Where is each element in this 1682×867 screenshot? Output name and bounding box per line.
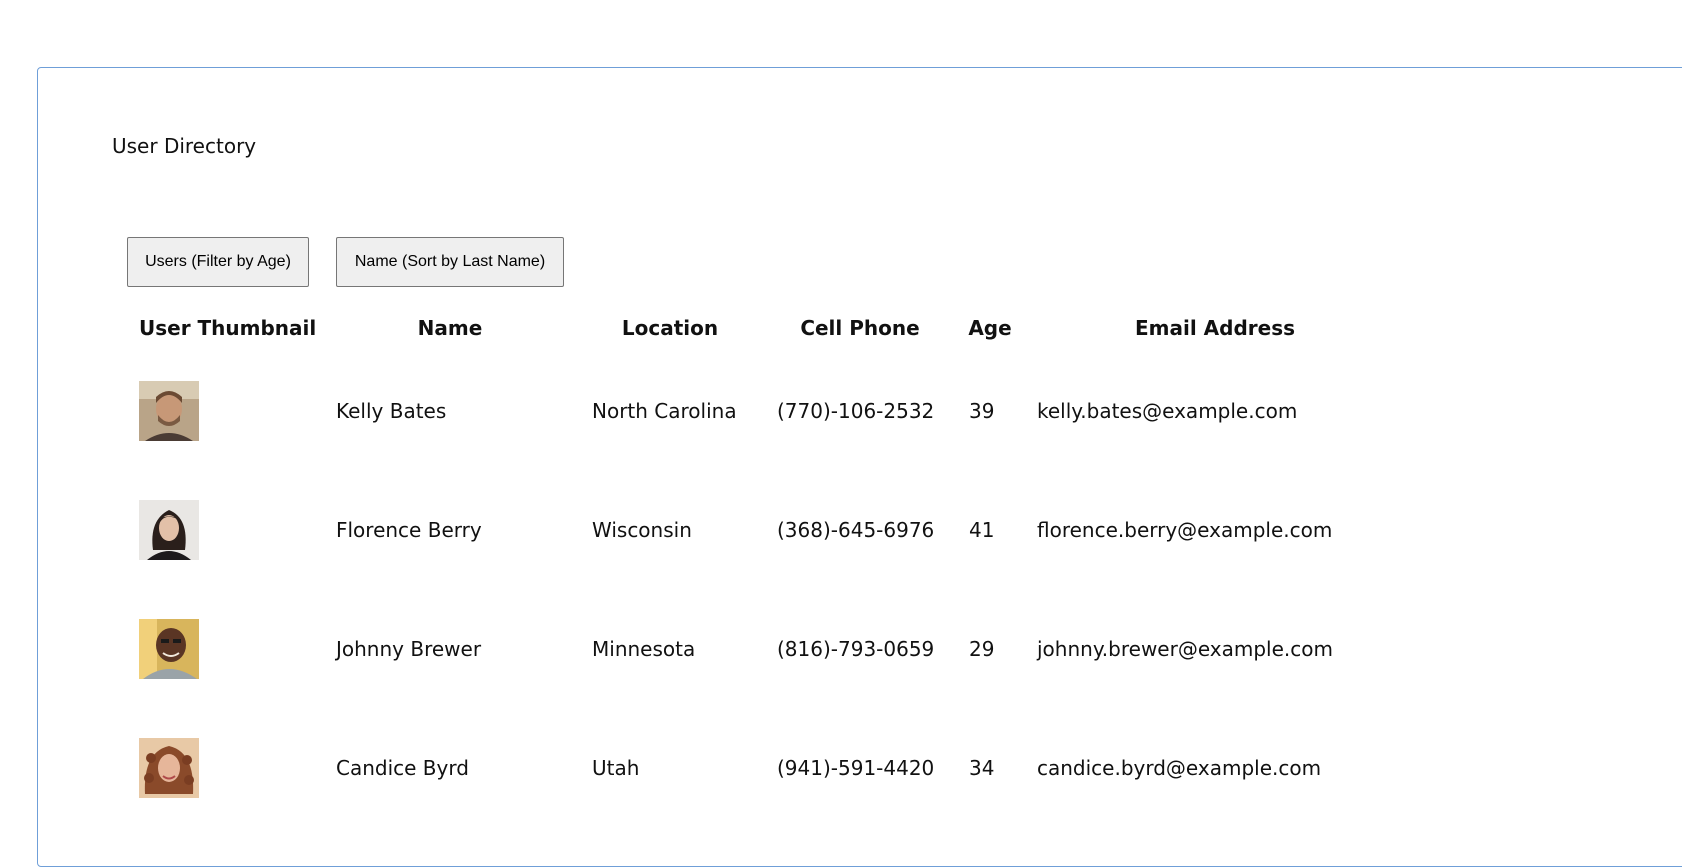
table-row: Johnny Brewer Minnesota (816)-793-0659 2… bbox=[0, 619, 1682, 679]
page-title: User Directory bbox=[112, 134, 257, 158]
user-phone: (770)-106-2532 bbox=[777, 399, 935, 423]
user-name: Florence Berry bbox=[336, 518, 482, 542]
sort-by-last-name-button[interactable]: Name (Sort by Last Name) bbox=[336, 237, 564, 287]
user-avatar bbox=[139, 619, 199, 679]
filter-by-age-button[interactable]: Users (Filter by Age) bbox=[127, 237, 309, 287]
user-avatar bbox=[139, 381, 199, 441]
user-name: Candice Byrd bbox=[336, 756, 469, 780]
user-phone: (941)-591-4420 bbox=[777, 756, 935, 780]
column-header-name: Name bbox=[417, 316, 483, 340]
user-email: florence.berry@example.com bbox=[1037, 518, 1333, 542]
column-header-email: Email Address bbox=[1134, 316, 1296, 340]
user-location: Wisconsin bbox=[592, 518, 692, 542]
column-header-age: Age bbox=[968, 316, 1012, 340]
user-age: 29 bbox=[969, 637, 995, 661]
user-age: 39 bbox=[969, 399, 995, 423]
column-header-location: Location bbox=[621, 316, 719, 340]
user-avatar bbox=[139, 500, 199, 560]
user-email: johnny.brewer@example.com bbox=[1037, 637, 1333, 661]
user-age: 34 bbox=[969, 756, 995, 780]
user-name: Johnny Brewer bbox=[336, 637, 482, 661]
user-location: Utah bbox=[592, 756, 640, 780]
user-name: Kelly Bates bbox=[336, 399, 447, 423]
user-location: North Carolina bbox=[592, 399, 737, 423]
column-header-cell-phone: Cell Phone bbox=[800, 316, 920, 340]
user-location: Minnesota bbox=[592, 637, 696, 661]
column-header-thumbnail: User Thumbnail bbox=[139, 316, 317, 340]
user-email: kelly.bates@example.com bbox=[1037, 399, 1298, 423]
table-row: Florence Berry Wisconsin (368)-645-6976 … bbox=[0, 500, 1682, 560]
table-row: Candice Byrd Utah (941)-591-4420 34 cand… bbox=[0, 738, 1682, 798]
user-phone: (816)-793-0659 bbox=[777, 637, 935, 661]
user-phone: (368)-645-6976 bbox=[777, 518, 935, 542]
user-avatar bbox=[139, 738, 199, 798]
user-email: candice.byrd@example.com bbox=[1037, 756, 1322, 780]
user-age: 41 bbox=[969, 518, 995, 542]
table-row: Kelly Bates North Carolina (770)-106-253… bbox=[0, 381, 1682, 441]
